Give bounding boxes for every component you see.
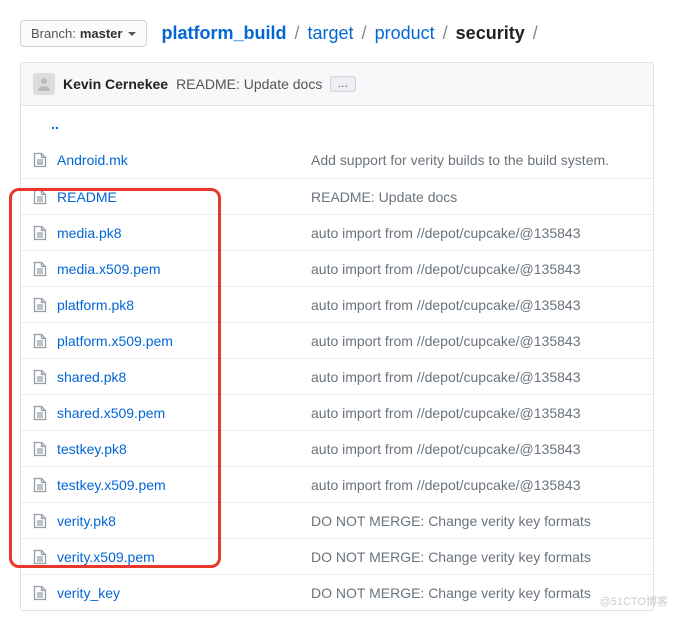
- breadcrumb-link[interactable]: target: [308, 23, 354, 43]
- file-icon: [33, 152, 51, 168]
- file-commit-message[interactable]: auto import from //depot/cupcake/@135843: [311, 333, 641, 349]
- file-commit-message[interactable]: Add support for verity builds to the bui…: [311, 152, 641, 168]
- file-link[interactable]: media.x509.pem: [57, 261, 161, 277]
- file-commit-message[interactable]: DO NOT MERGE: Change verity key formats: [311, 549, 641, 565]
- file-row[interactable]: verity_key DO NOT MERGE: Change verity k…: [21, 574, 653, 610]
- file-icon: [33, 261, 51, 277]
- file-link[interactable]: README: [57, 189, 117, 205]
- commit-author[interactable]: Kevin Cernekee: [63, 76, 168, 92]
- file-icon: [33, 369, 51, 385]
- file-name-cell: shared.x509.pem: [51, 405, 311, 421]
- commit-message[interactable]: README: Update docs: [176, 76, 322, 92]
- file-commit-message[interactable]: DO NOT MERGE: Change verity key formats: [311, 513, 641, 529]
- file-link[interactable]: media.pk8: [57, 225, 122, 241]
- file-row[interactable]: media.x509.pem auto import from //depot/…: [21, 250, 653, 286]
- parent-dir-row[interactable]: ..: [21, 106, 653, 142]
- file-commit-message[interactable]: auto import from //depot/cupcake/@135843: [311, 297, 641, 313]
- file-icon: [33, 477, 51, 493]
- breadcrumb-root-link[interactable]: platform_build: [161, 23, 286, 43]
- file-link[interactable]: platform.pk8: [57, 297, 134, 313]
- avatar: [33, 73, 55, 95]
- file-icon: [33, 549, 51, 565]
- file-commit-message[interactable]: DO NOT MERGE: Change verity key formats: [311, 585, 641, 601]
- branch-select-button[interactable]: Branch: master: [20, 20, 147, 47]
- file-link[interactable]: testkey.pk8: [57, 441, 127, 457]
- user-icon: [36, 76, 52, 92]
- file-row[interactable]: Android.mk Add support for verity builds…: [21, 142, 653, 178]
- branch-name: master: [80, 26, 123, 41]
- file-commit-message[interactable]: auto import from //depot/cupcake/@135843: [311, 477, 641, 493]
- branch-label: Branch:: [31, 26, 76, 41]
- file-commit-message[interactable]: auto import from //depot/cupcake/@135843: [311, 405, 641, 421]
- breadcrumb-sep: /: [440, 23, 451, 43]
- file-name-cell: media.x509.pem: [51, 261, 311, 277]
- file-list: .. Android.mk Add support for verity bui…: [20, 106, 654, 611]
- file-name-cell: testkey.pk8: [51, 441, 311, 457]
- file-row[interactable]: platform.x509.pem auto import from //dep…: [21, 322, 653, 358]
- parent-dir-link[interactable]: ..: [51, 116, 59, 132]
- file-name-cell: README: [51, 189, 311, 205]
- breadcrumb-sep: /: [291, 23, 302, 43]
- breadcrumb: platform_build / target / product / secu…: [161, 23, 540, 44]
- file-link[interactable]: verity_key: [57, 585, 120, 601]
- file-row[interactable]: platform.pk8 auto import from //depot/cu…: [21, 286, 653, 322]
- file-row[interactable]: media.pk8 auto import from //depot/cupca…: [21, 214, 653, 250]
- breadcrumb-sep: /: [530, 23, 541, 43]
- file-name-cell: platform.pk8: [51, 297, 311, 313]
- file-link[interactable]: Android.mk: [57, 152, 128, 168]
- file-row[interactable]: shared.x509.pem auto import from //depot…: [21, 394, 653, 430]
- file-name-cell: verity.pk8: [51, 513, 311, 529]
- file-row[interactable]: testkey.pk8 auto import from //depot/cup…: [21, 430, 653, 466]
- file-row[interactable]: verity.x509.pem DO NOT MERGE: Change ver…: [21, 538, 653, 574]
- watermark: @51CTO博客: [600, 593, 668, 609]
- breadcrumb-sep: /: [359, 23, 370, 43]
- file-link[interactable]: verity.x509.pem: [57, 549, 155, 565]
- file-icon: [33, 405, 51, 421]
- file-row[interactable]: shared.pk8 auto import from //depot/cupc…: [21, 358, 653, 394]
- file-name-cell: platform.x509.pem: [51, 333, 311, 349]
- file-name-cell: testkey.x509.pem: [51, 477, 311, 493]
- file-row[interactable]: README README: Update docs: [21, 178, 653, 214]
- file-row[interactable]: verity.pk8 DO NOT MERGE: Change verity k…: [21, 502, 653, 538]
- file-row[interactable]: testkey.x509.pem auto import from //depo…: [21, 466, 653, 502]
- file-commit-message[interactable]: README: Update docs: [311, 189, 641, 205]
- file-name-cell: media.pk8: [51, 225, 311, 241]
- file-commit-message[interactable]: auto import from //depot/cupcake/@135843: [311, 225, 641, 241]
- file-icon: [33, 189, 51, 205]
- file-commit-message[interactable]: auto import from //depot/cupcake/@135843: [311, 441, 641, 457]
- file-name-cell: Android.mk: [51, 152, 311, 168]
- breadcrumb-link[interactable]: product: [375, 23, 435, 43]
- file-commit-message[interactable]: auto import from //depot/cupcake/@135843: [311, 369, 641, 385]
- expand-commit-button[interactable]: …: [330, 76, 356, 92]
- breadcrumb-current: security: [456, 23, 525, 43]
- file-link[interactable]: platform.x509.pem: [57, 333, 173, 349]
- file-icon: [33, 333, 51, 349]
- file-link[interactable]: testkey.x509.pem: [57, 477, 166, 493]
- caret-down-icon: [128, 32, 136, 36]
- latest-commit-bar: Kevin Cernekee README: Update docs …: [20, 62, 654, 106]
- file-icon: [33, 297, 51, 313]
- file-icon: [33, 513, 51, 529]
- file-icon: [33, 225, 51, 241]
- header-bar: Branch: master platform_build / target /…: [0, 0, 674, 62]
- file-name-cell: verity_key: [51, 585, 311, 601]
- file-link[interactable]: shared.x509.pem: [57, 405, 165, 421]
- file-icon: [33, 585, 51, 601]
- file-link[interactable]: shared.pk8: [57, 369, 126, 385]
- file-name-cell: verity.x509.pem: [51, 549, 311, 565]
- file-name-cell: shared.pk8: [51, 369, 311, 385]
- file-commit-message[interactable]: auto import from //depot/cupcake/@135843: [311, 261, 641, 277]
- file-link[interactable]: verity.pk8: [57, 513, 116, 529]
- file-icon: [33, 441, 51, 457]
